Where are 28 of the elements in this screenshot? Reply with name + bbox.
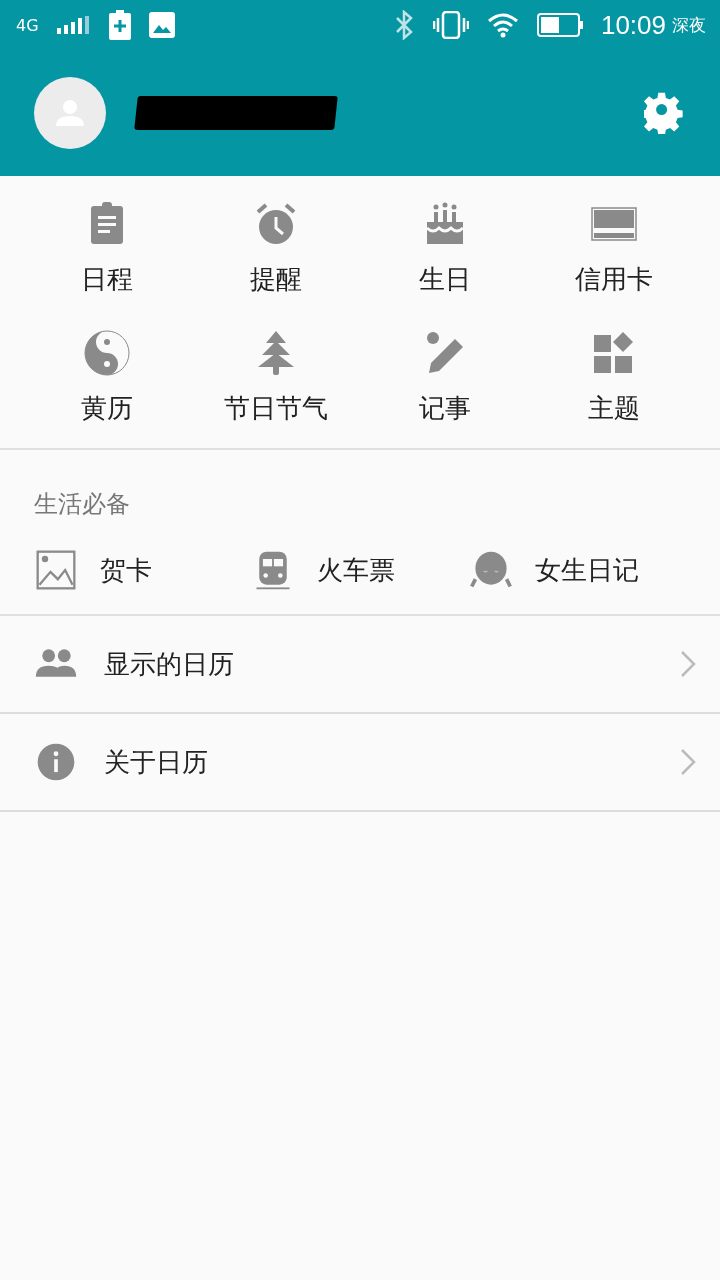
shortcut-label[interactable]: 提醒 <box>249 262 302 297</box>
vibrate-icon <box>432 11 469 39</box>
wifi-icon <box>486 12 519 38</box>
clock-time: 10:09 <box>600 9 666 41</box>
network-label: 4G <box>16 15 39 35</box>
shortcut-label[interactable]: 节日节气 <box>223 391 328 426</box>
yin-yang-icon <box>82 329 131 377</box>
shortcut-label[interactable]: 生日 <box>418 262 471 297</box>
tool-label[interactable]: 火车票 <box>317 552 396 588</box>
tool-label[interactable]: 女生日记 <box>534 552 639 588</box>
menu-item[interactable]: 关于日历 <box>0 714 720 812</box>
battery-charging-icon <box>108 10 131 40</box>
shortcut-label[interactable]: 主题 <box>587 391 640 426</box>
tool-label[interactable]: 贺卡 <box>100 552 152 588</box>
image-icon <box>148 12 175 38</box>
image-icon <box>34 548 78 592</box>
signal-icon <box>56 16 91 34</box>
settings-icon[interactable] <box>644 92 686 134</box>
chevron-icon <box>680 748 696 776</box>
section-title: 生活必备 <box>33 489 131 520</box>
shortcut-label[interactable]: 黄历 <box>80 391 133 426</box>
mode-label: 深夜 <box>672 13 706 37</box>
chevron-icon <box>680 650 696 678</box>
menu-item[interactable]: 显示的日历 <box>0 616 720 714</box>
shortcut-label[interactable]: 日程 <box>80 262 133 297</box>
shortcut-label[interactable]: 记事 <box>418 391 471 426</box>
shortcut-label[interactable]: 信用卡 <box>574 262 653 297</box>
battery-icon <box>536 13 583 37</box>
